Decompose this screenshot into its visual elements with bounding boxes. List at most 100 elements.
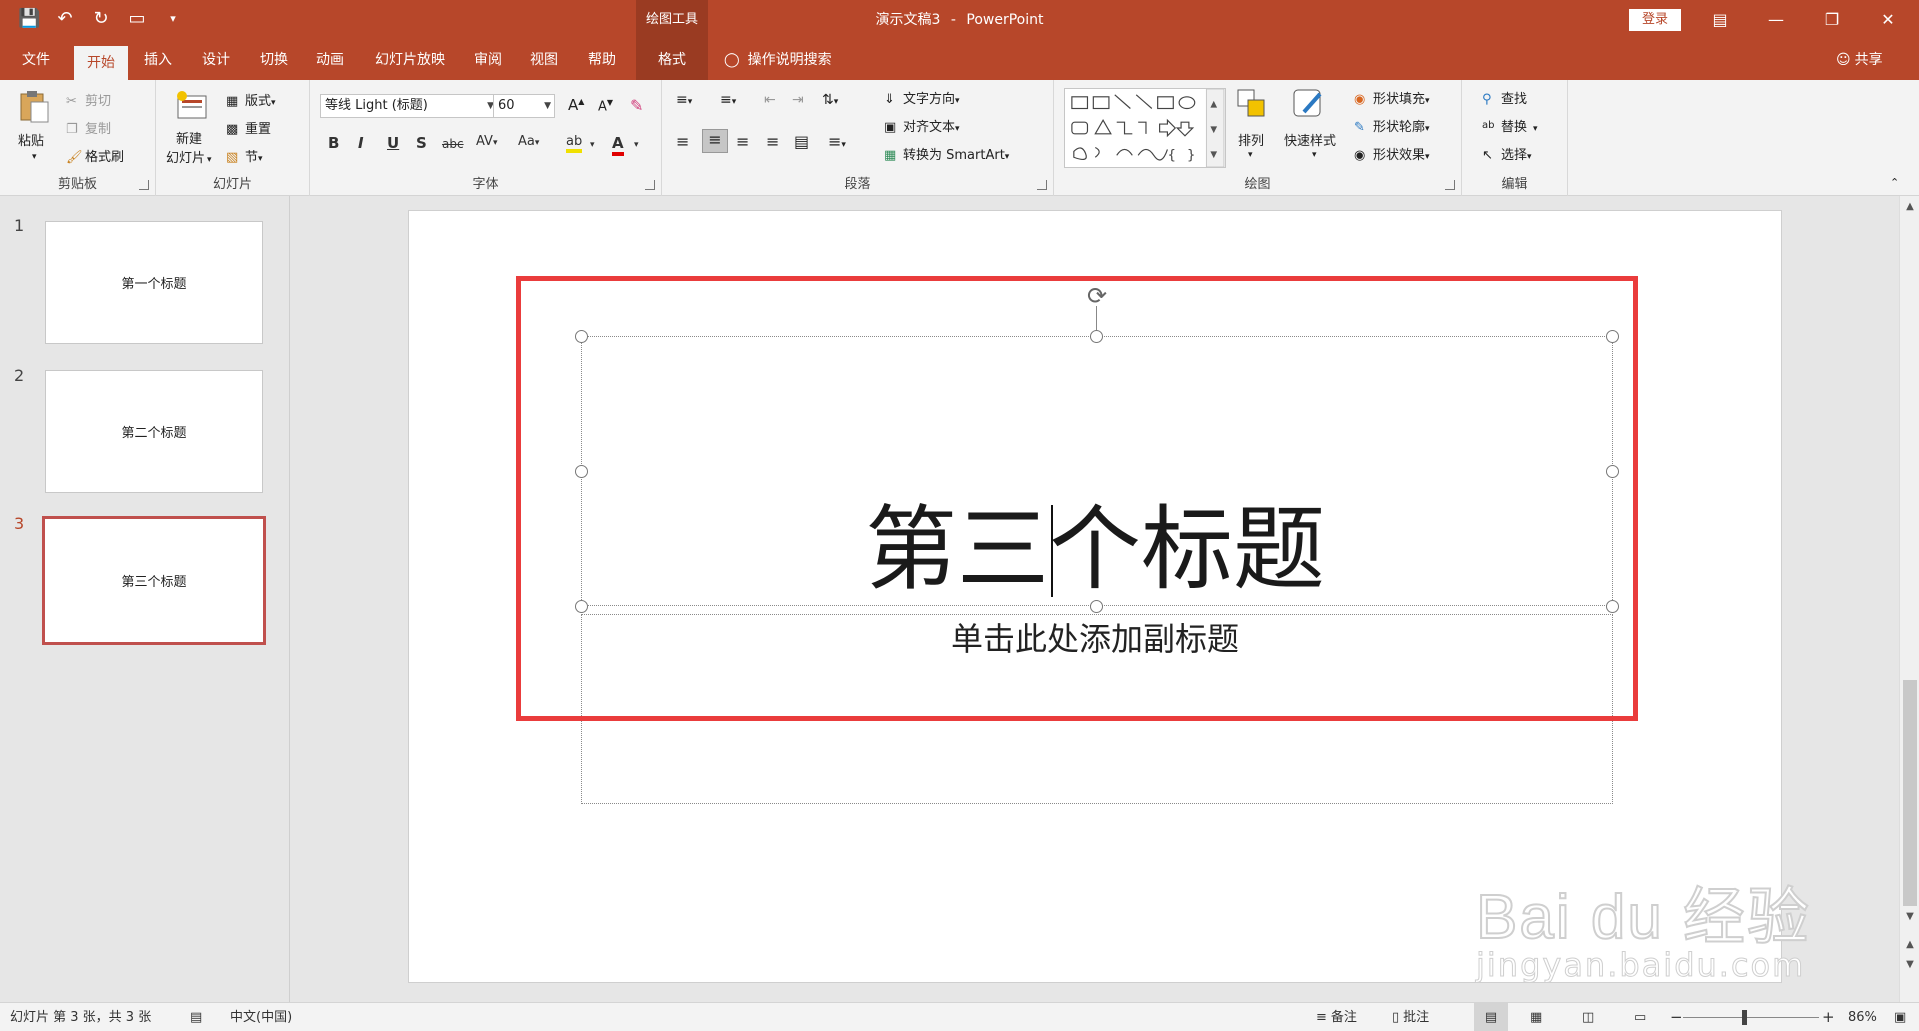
next-slide-icon[interactable]: ▼ xyxy=(1900,956,1919,974)
shape-outline-button[interactable]: ✎ 形状轮廓▾ xyxy=(1354,116,1430,136)
tell-me-search[interactable]: ◯ 操作说明搜索 xyxy=(724,40,832,80)
font-launcher-icon[interactable] xyxy=(645,180,655,190)
clipboard-launcher-icon[interactable] xyxy=(139,180,149,190)
slide-thumbnail-1[interactable]: 第一个标题 xyxy=(45,221,263,344)
cut-button[interactable]: ✂ 剪切 xyxy=(66,90,111,110)
font-color-icon[interactable]: A xyxy=(612,134,624,156)
new-slide-icon[interactable] xyxy=(174,88,210,124)
arrange-label[interactable]: 排列 xyxy=(1238,130,1264,149)
clear-formatting-icon[interactable]: ✎ xyxy=(630,96,643,115)
shrink-font-button[interactable]: A▼ xyxy=(598,98,613,114)
decrease-indent-icon[interactable]: ⇤ xyxy=(764,92,776,108)
new-slide-label-1[interactable]: 新建 xyxy=(176,128,202,147)
collapse-ribbon-icon[interactable]: ⌃ xyxy=(1890,176,1899,189)
vertical-scrollbar[interactable]: ▲ ▼ ▲ ▼ xyxy=(1899,196,1919,1002)
quick-styles-label[interactable]: 快速样式 xyxy=(1284,130,1336,149)
line-spacing-icon[interactable]: ⇅▾ xyxy=(822,92,838,108)
tab-insert[interactable]: 插入 xyxy=(134,40,182,80)
layout-button[interactable]: ▦ 版式▾ xyxy=(226,90,276,110)
align-center-icon[interactable]: ≡ xyxy=(702,129,728,153)
spellcheck-icon[interactable]: ▤ xyxy=(190,1003,202,1031)
bullets-icon[interactable]: ≡▾ xyxy=(676,92,692,108)
quick-styles-icon[interactable] xyxy=(1290,86,1326,122)
paste-label[interactable]: 粘贴 xyxy=(18,130,44,149)
customize-qat-icon[interactable]: ▾ xyxy=(162,8,184,30)
previous-slide-icon[interactable]: ▲ xyxy=(1900,936,1919,954)
slide-thumbnail-2[interactable]: 第二个标题 xyxy=(45,370,263,493)
distributed-icon[interactable]: ▤ xyxy=(794,132,809,151)
tab-review[interactable]: 审阅 xyxy=(464,40,512,80)
normal-view-icon[interactable]: ▤ xyxy=(1474,1003,1508,1031)
italic-button[interactable]: I xyxy=(358,134,364,152)
tab-transitions[interactable]: 切换 xyxy=(250,40,298,80)
paragraph-launcher-icon[interactable] xyxy=(1037,180,1047,190)
underline-button[interactable]: U xyxy=(387,134,399,152)
justify-icon[interactable]: ≡ xyxy=(766,132,779,151)
font-color-dropdown-icon[interactable]: ▾ xyxy=(634,140,639,150)
shapes-gallery[interactable]: { } ▲ ▼ ▼ xyxy=(1064,88,1226,168)
tab-design[interactable]: 设计 xyxy=(192,40,240,80)
copy-button[interactable]: ❐ 复制 xyxy=(66,118,111,138)
tab-file[interactable]: 文件 xyxy=(10,40,62,80)
text-shadow-button[interactable]: S xyxy=(416,134,427,152)
font-name-combo[interactable]: 等线 Light (标题) ▼ xyxy=(320,94,498,118)
new-slide-button[interactable]: 幻灯片 ▾ xyxy=(166,147,212,166)
share-button[interactable]: ☺ 共享 xyxy=(1836,40,1883,80)
slideshow-view-icon[interactable]: ▭ xyxy=(1634,1003,1646,1031)
paste-dropdown-icon[interactable]: ▾ xyxy=(32,152,37,162)
text-direction-button[interactable]: ⇓ 文字方向▾ xyxy=(884,88,960,108)
ribbon-display-options-icon[interactable]: ▤ xyxy=(1692,0,1748,40)
align-right-icon[interactable]: ≡ xyxy=(736,132,749,151)
tab-slideshow[interactable]: 幻灯片放映 xyxy=(364,40,456,80)
restore-icon[interactable]: ❐ xyxy=(1804,0,1860,40)
paste-icon[interactable] xyxy=(16,88,52,124)
smartart-button[interactable]: ▦ 转换为 SmartArt▾ xyxy=(884,144,1009,164)
columns-icon[interactable]: ≡▾ xyxy=(828,132,846,151)
grow-font-button[interactable]: A▲ xyxy=(568,96,584,114)
strikethrough-button[interactable]: abc xyxy=(442,137,464,151)
start-slideshow-icon[interactable]: ▭ xyxy=(126,8,148,30)
tab-format[interactable]: 格式 xyxy=(636,40,708,80)
reset-button[interactable]: ▩ 重置 xyxy=(226,118,271,138)
tab-help[interactable]: 帮助 xyxy=(576,40,628,80)
fit-slide-icon[interactable]: ▣ xyxy=(1894,1003,1906,1031)
reading-view-icon[interactable]: ◫ xyxy=(1582,1003,1594,1031)
redo-icon[interactable]: ↻ xyxy=(90,8,112,30)
quick-styles-dropdown-icon[interactable]: ▾ xyxy=(1312,150,1317,160)
scroll-down-icon[interactable]: ▼ xyxy=(1900,908,1919,926)
change-case-button[interactable]: Aa▾ xyxy=(518,134,539,149)
highlight-dropdown-icon[interactable]: ▾ xyxy=(590,140,595,150)
tab-view[interactable]: 视图 xyxy=(520,40,568,80)
align-text-button[interactable]: ▣ 对齐文本▾ xyxy=(884,116,960,136)
zoom-slider-track[interactable] xyxy=(1683,1017,1819,1018)
save-icon[interactable]: 💾 xyxy=(18,8,40,30)
undo-icon[interactable]: ↶ xyxy=(54,8,76,30)
shape-fill-button[interactable]: ◉ 形状填充▾ xyxy=(1354,88,1430,108)
zoom-percentage[interactable]: 86% xyxy=(1848,1003,1877,1031)
login-button[interactable]: 登录 xyxy=(1629,9,1681,31)
arrange-dropdown-icon[interactable]: ▾ xyxy=(1248,150,1253,160)
increase-indent-icon[interactable]: ⇥ xyxy=(792,92,804,108)
zoom-out-button[interactable]: − xyxy=(1670,1003,1683,1031)
bold-button[interactable]: B xyxy=(328,134,339,152)
font-size-dropdown-icon[interactable]: ▼ xyxy=(544,95,551,117)
scrollbar-thumb[interactable] xyxy=(1903,680,1917,906)
slide-sorter-icon[interactable]: ▦ xyxy=(1530,1003,1542,1031)
numbering-icon[interactable]: ≡▾ xyxy=(720,92,736,108)
language-indicator[interactable]: 中文(中国) xyxy=(230,1003,292,1031)
arrange-icon[interactable] xyxy=(1234,86,1270,122)
font-size-combo[interactable]: 60 ▼ xyxy=(493,94,555,118)
find-button[interactable]: ⚲ 查找 xyxy=(1482,88,1527,108)
tab-animations[interactable]: 动画 xyxy=(306,40,354,80)
character-spacing-button[interactable]: AV▾ xyxy=(476,134,498,149)
highlight-color-icon[interactable]: ab xyxy=(566,134,583,153)
zoom-in-button[interactable]: + xyxy=(1822,1003,1835,1031)
zoom-slider-thumb[interactable] xyxy=(1742,1010,1748,1025)
scroll-up-icon[interactable]: ▲ xyxy=(1900,198,1919,216)
minimize-icon[interactable]: — xyxy=(1748,0,1804,40)
format-painter-button[interactable]: 🖌 格式刷 xyxy=(66,146,124,166)
slide-thumbnail-3[interactable]: 第三个标题 xyxy=(42,516,266,645)
shape-effects-button[interactable]: ◉ 形状效果▾ xyxy=(1354,144,1430,164)
select-button[interactable]: ↖ 选择▾ xyxy=(1482,144,1532,164)
drawing-launcher-icon[interactable] xyxy=(1445,180,1455,190)
